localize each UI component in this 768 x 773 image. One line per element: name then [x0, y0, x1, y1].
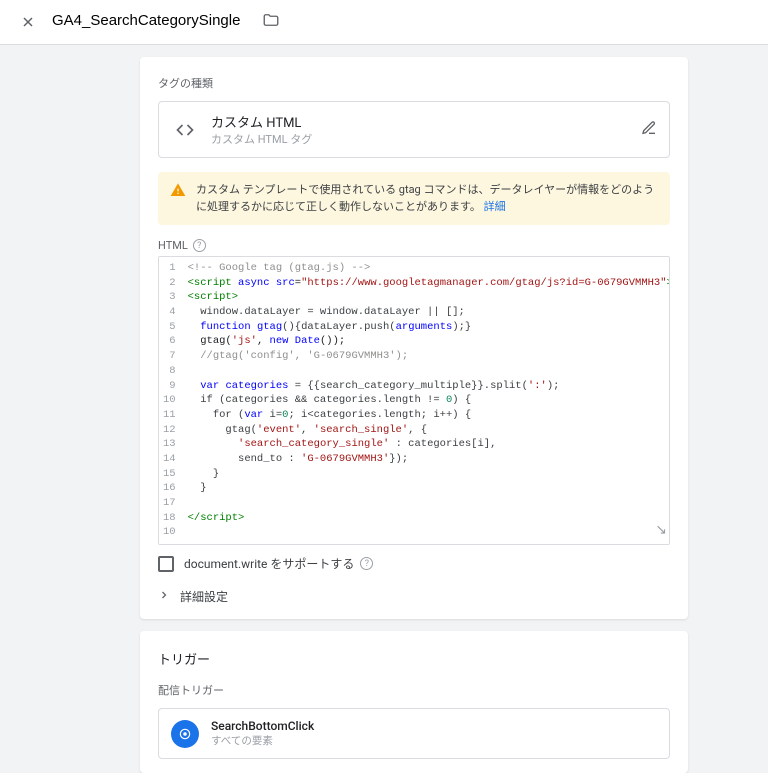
trigger-item[interactable]: SearchBottomClick すべての要素 [158, 708, 670, 759]
resize-handle-icon[interactable]: ↘ [655, 522, 667, 542]
tag-type-subtitle: カスタム HTML タグ [211, 131, 641, 147]
document-write-checkbox[interactable] [158, 556, 174, 572]
tag-name-input[interactable] [52, 12, 252, 32]
code-editor[interactable]: 12345678910111213141516171810 <!-- Googl… [158, 256, 670, 545]
close-icon[interactable] [16, 10, 40, 34]
code-brackets-icon [171, 116, 199, 144]
trigger-subtitle: すべての要素 [211, 733, 314, 748]
help-icon[interactable]: ? [193, 239, 206, 252]
triggers-section-title: トリガー [158, 649, 670, 668]
document-write-label: document.write をサポートする [184, 555, 354, 572]
code-content[interactable]: <!-- Google tag (gtag.js) --> <script as… [182, 257, 669, 544]
edit-icon[interactable] [641, 120, 657, 140]
line-gutter: 12345678910111213141516171810 [159, 257, 182, 544]
tag-type-title: カスタム HTML [211, 112, 641, 131]
firing-triggers-label: 配信トリガー [158, 682, 670, 698]
advanced-settings-toggle[interactable]: 詳細設定 [158, 580, 670, 605]
trigger-title: SearchBottomClick [211, 719, 314, 733]
tag-type-card[interactable]: カスタム HTML カスタム HTML タグ [158, 101, 670, 158]
chevron-right-icon [158, 589, 170, 604]
warning-details-link[interactable]: 詳細 [484, 200, 506, 213]
advanced-settings-label: 詳細設定 [180, 588, 228, 605]
help-icon[interactable]: ? [360, 557, 373, 570]
warning-banner: カスタム テンプレートで使用されている gtag コマンドは、データレイヤーが情… [158, 172, 670, 225]
tag-config-panel: タグの種類 カスタム HTML カスタム HTML タグ カスタム テンプレート… [140, 57, 688, 619]
triggers-panel: トリガー 配信トリガー SearchBottomClick すべての要素 [140, 631, 688, 773]
tag-type-section-label: タグの種類 [158, 75, 670, 91]
trigger-type-icon [171, 720, 199, 748]
html-field-label: HTML [158, 239, 188, 252]
folder-icon[interactable] [262, 11, 280, 33]
warning-icon [170, 182, 186, 215]
warning-text: カスタム テンプレートで使用されている gtag コマンドは、データレイヤーが情… [196, 183, 654, 213]
